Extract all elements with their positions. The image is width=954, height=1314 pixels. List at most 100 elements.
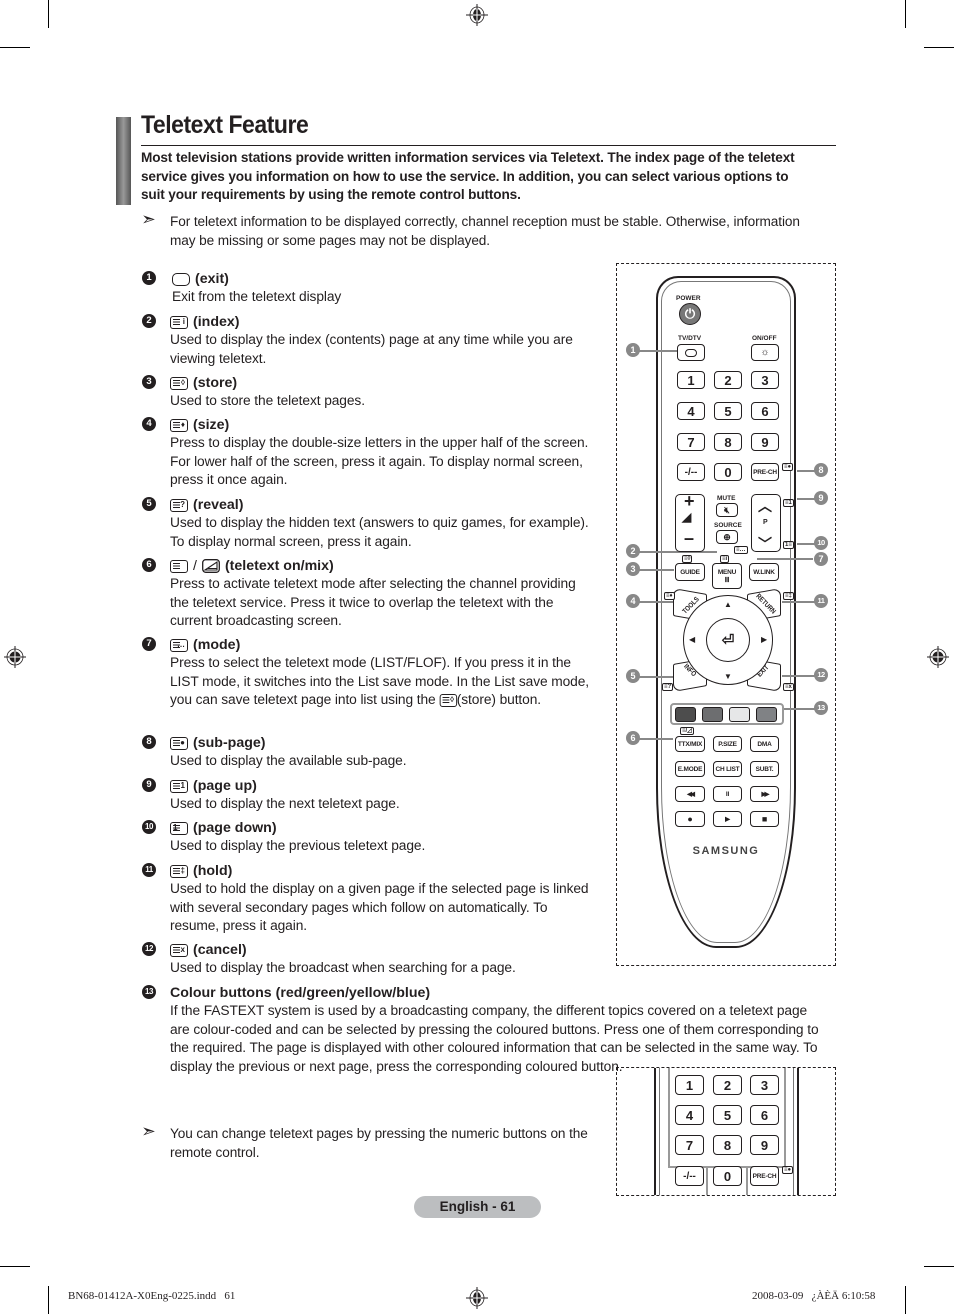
callout-line-5 [639, 676, 673, 678]
callout-13: 13 [814, 701, 828, 715]
item-label: (mode) [193, 637, 241, 653]
crop-mark-bottom-right-v [905, 1286, 906, 1314]
item-label: (page up) [193, 778, 257, 794]
mute-button: 🔇︎ [716, 503, 738, 517]
digit-3-button: 3 [751, 371, 779, 389]
mode-icon: … [170, 638, 188, 652]
reveal-icon: ? [170, 498, 188, 512]
item-desc: If the FASTEXT system is used by a broad… [170, 1002, 830, 1076]
page-down-mini-icon: 1≡ [783, 541, 794, 549]
size-icon: ♦ [170, 418, 188, 432]
menu-button: MENU Ⅲ [712, 563, 742, 589]
callout-line-3 [639, 569, 674, 571]
item-label: (page down) [193, 820, 277, 836]
item-label: (size) [193, 417, 230, 433]
item-label: (cancel) [193, 942, 247, 958]
exit-icon [685, 348, 697, 357]
digit-7-button: 7 [675, 1135, 704, 1155]
hold-icon: ‡ [170, 864, 188, 878]
section-side-bar [116, 117, 131, 205]
item-number: 13 [142, 985, 156, 999]
light-button: ☼ [751, 344, 779, 361]
callout-8: 8 [814, 463, 828, 477]
callout-5: 5 [626, 669, 640, 683]
item-number: 2 [142, 314, 156, 328]
callout-line-10 [797, 543, 815, 545]
digit-1-button: 1 [677, 371, 705, 389]
colour-buttons-group [670, 703, 784, 725]
registration-mark-top [466, 4, 488, 26]
note-arrow-icon: ➣ [141, 1121, 156, 1141]
guide-button: GUIDE [675, 563, 705, 581]
digit-4-button: 4 [675, 1105, 704, 1125]
item-number: 8 [142, 735, 156, 749]
red-button [675, 707, 696, 722]
record-button: ● [675, 811, 705, 827]
item-number: 3 [142, 375, 156, 389]
digit-9-button: 9 [751, 433, 779, 451]
callout-2: 2 [626, 544, 640, 558]
item-desc-text: If the FASTEXT system is used by a broad… [170, 1003, 819, 1075]
item-desc: Press to select the teletext mode (LIST/… [170, 654, 597, 710]
digit-0-button: 0 [713, 1166, 742, 1186]
stop-button: ■ [750, 811, 779, 827]
callout-line-9 [797, 498, 815, 500]
digit-8-button: 8 [714, 433, 742, 451]
dpad-left-icon: ◀ [689, 635, 696, 644]
page-number-badge: English - 61 [414, 1196, 541, 1218]
crop-mark-top-right-h [924, 47, 954, 48]
callout-12: 12 [814, 668, 828, 682]
item-label: (store) [193, 375, 238, 391]
page-title: Teletext Feature [141, 111, 309, 139]
mute-label: MUTE [717, 495, 736, 502]
note-reception: ➣ For teletext information to be display… [141, 210, 823, 250]
callout-line-6 [639, 738, 673, 740]
source-button: ⊕ [716, 530, 738, 544]
note-text: For teletext information to be displayed… [170, 214, 800, 249]
item-desc: Used to display the available sub-page. [170, 753, 407, 769]
intro-paragraph: Most television stations provide written… [141, 150, 795, 203]
item-desc-suffix: (store) button. [456, 692, 542, 708]
item-desc: Used to display the broadcast when searc… [170, 960, 516, 976]
emode-button: E.MODE [675, 761, 705, 777]
store-mini-icon: ≡◊ [682, 555, 693, 563]
dpad-right-icon: ▶ [761, 635, 768, 644]
item-desc: Used to display the index (contents) pag… [170, 332, 573, 367]
callout-line-1 [639, 350, 677, 352]
vol-minus: – [684, 528, 695, 548]
callout-3: 3 [626, 562, 640, 576]
prech-button: PRE-CH [751, 463, 779, 481]
page-down-icon: 1 [170, 821, 188, 835]
size-mini-icon: ≡♦ [664, 592, 675, 600]
hold-mini-icon: ≡‡ [783, 592, 794, 600]
chlist-button: CH LIST [713, 761, 742, 777]
prech-button: PRE-CH [750, 1166, 779, 1186]
index-mini-icon: ≡i [720, 555, 730, 563]
item-number: 6 [142, 558, 156, 572]
callout-6: 6 [626, 731, 640, 745]
callout-line-13 [782, 708, 815, 710]
item-label: (exit) [195, 271, 229, 287]
remote-illustration: POWER ⏻ TV/DTV ON/OFF ☼ 1 2 3 4 5 6 7 8 … [616, 263, 836, 966]
item-number: 9 [142, 778, 156, 792]
sub-page-mini-icon: ≡● [782, 463, 794, 471]
callout-7: 7 [814, 552, 828, 566]
dpad-up-icon: ▲ [724, 600, 732, 609]
note-arrow-icon: ➣ [141, 209, 156, 229]
digit-6-button: 6 [750, 1105, 779, 1125]
item-desc: Press to display the double-size letters… [170, 435, 589, 488]
item-desc: Used to display the next teletext page. [170, 796, 400, 812]
volume-icon: ◢ [682, 510, 692, 524]
item-number: 7 [142, 637, 156, 651]
item-label: (hold) [193, 863, 233, 879]
digit-6-button: 6 [751, 402, 779, 420]
crop-mark-bottom-right-h [924, 1266, 954, 1267]
crop-mark-top-left-h [0, 47, 30, 48]
blue-button [756, 707, 777, 722]
crop-mark-top-right-v [905, 0, 906, 28]
item-desc: Used to store the teletext pages. [170, 393, 365, 409]
digit-2-button: 2 [713, 1075, 742, 1095]
item-number: 10 [142, 820, 156, 834]
pause-button: II [713, 786, 742, 802]
rewind-button: ◀◀ [675, 786, 705, 802]
